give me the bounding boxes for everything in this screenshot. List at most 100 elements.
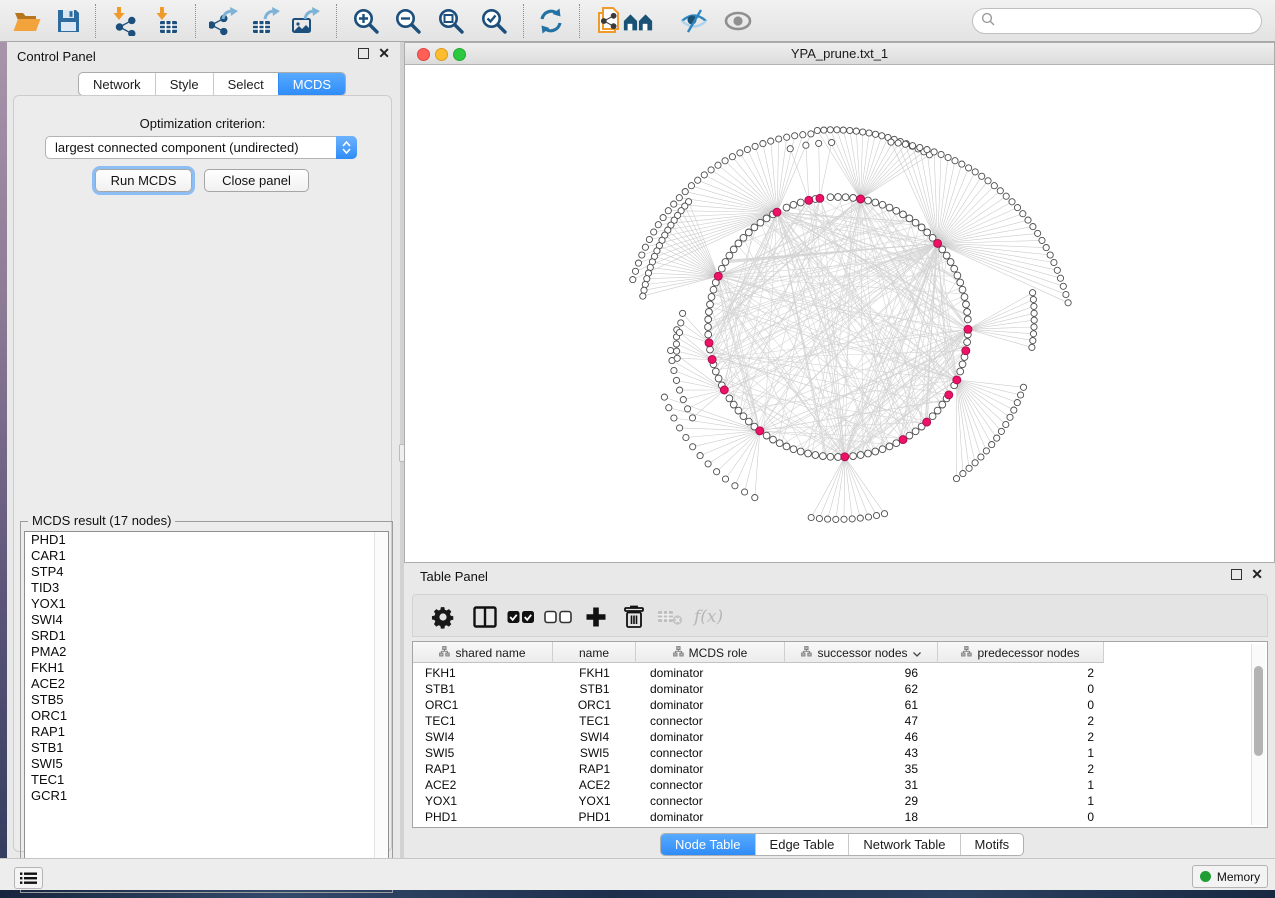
mcds-result-item[interactable]: SWI5	[25, 756, 388, 772]
select-all-checkboxes-button[interactable]	[507, 602, 535, 632]
deselect-all-checkboxes-button[interactable]	[544, 602, 572, 632]
table-row[interactable]: FKH1FKH1dominator962	[413, 665, 1267, 681]
network-canvas[interactable]	[405, 65, 1274, 562]
table-scrollbar[interactable]	[1251, 644, 1265, 825]
table-row[interactable]: TEC1TEC1connector472	[413, 713, 1267, 729]
float-window-icon[interactable]	[1231, 569, 1242, 580]
column-header-predecessor-nodes[interactable]: predecessor nodes	[938, 642, 1104, 663]
table-row[interactable]: ACE2ACE2connector311	[413, 777, 1267, 793]
cell-name: SWI4	[553, 729, 636, 745]
float-window-icon[interactable]	[358, 48, 369, 59]
table-row[interactable]: SWI5SWI5connector431	[413, 745, 1267, 761]
mcds-result-item[interactable]: STB1	[25, 740, 388, 756]
mcds-result-item[interactable]: PMA2	[25, 644, 388, 660]
toolbar-separator	[95, 4, 96, 38]
table-row[interactable]: SWI4SWI4dominator462	[413, 729, 1267, 745]
tab-network-table[interactable]: Network Table	[848, 834, 959, 855]
close-panel-button[interactable]: Close panel	[204, 169, 309, 192]
column-header-name[interactable]: name	[553, 642, 636, 663]
zoom-fit-button[interactable]	[435, 6, 467, 36]
mcds-list-scrollbar[interactable]	[374, 532, 388, 888]
control-panel-title: Control Panel	[17, 49, 96, 64]
table-row[interactable]: RAP1RAP1dominator352	[413, 761, 1267, 777]
save-session-button[interactable]	[52, 6, 84, 36]
export-table-button[interactable]	[251, 6, 283, 36]
add-column-button[interactable]	[585, 602, 607, 632]
import-table-button[interactable]	[150, 6, 182, 36]
mcds-result-item[interactable]: FKH1	[25, 660, 388, 676]
close-panel-icon[interactable]: ✕	[378, 48, 390, 59]
tab-motifs[interactable]: Motifs	[960, 834, 1024, 855]
tab-select[interactable]: Select	[213, 73, 278, 95]
delete-column-button[interactable]	[623, 602, 645, 632]
hide-graphics-details-button[interactable]	[678, 6, 710, 36]
show-graphics-details-button[interactable]	[722, 6, 754, 36]
table-row[interactable]: STB1STB1dominator620	[413, 681, 1267, 697]
optimization-criterion-select[interactable]: largest connected component (undirected)	[45, 136, 357, 159]
mcds-result-item[interactable]: SWI4	[25, 612, 388, 628]
mcds-result-item[interactable]: STP4	[25, 564, 388, 580]
control-panel-tab-bar: NetworkStyleSelectMCDS	[78, 72, 346, 96]
share-document-button[interactable]	[592, 6, 624, 36]
control-panel: Control Panel ✕ NetworkStyleSelectMCDS O…	[7, 42, 400, 858]
mcds-tab-content: Optimization criterion: largest connecte…	[13, 95, 392, 852]
node-table[interactable]: shared namenameMCDS rolesuccessor nodesp…	[412, 641, 1268, 828]
cell-predecessor-nodes: 0	[938, 809, 1104, 825]
mcds-result-list[interactable]: PHD1CAR1STP4TID3YOX1SWI4SRD1PMA2FKH1ACE2…	[24, 531, 389, 889]
tab-network[interactable]: Network	[79, 73, 155, 95]
mcds-result-item[interactable]: YOX1	[25, 596, 388, 612]
column-layout-button[interactable]	[473, 602, 497, 632]
cell-successor-nodes: 62	[785, 681, 938, 697]
status-bar: Memory	[0, 858, 1275, 890]
import-network-button[interactable]	[107, 6, 139, 36]
optimization-criterion-label: Optimization criterion:	[14, 116, 391, 131]
close-panel-icon[interactable]: ✕	[1251, 569, 1263, 580]
refresh-button[interactable]	[535, 6, 567, 36]
toolbar-separator	[195, 4, 196, 38]
zoom-out-button[interactable]	[392, 6, 424, 36]
cell-MCDS-role: connector	[636, 777, 785, 793]
table-row[interactable]: PHD1PHD1dominator180	[413, 809, 1267, 825]
cell-name: ORC1	[553, 697, 636, 713]
tab-node-table[interactable]: Node Table	[661, 834, 755, 855]
table-row[interactable]: ORC1ORC1dominator610	[413, 697, 1267, 713]
zoom-in-button[interactable]	[350, 6, 382, 36]
mcds-result-item[interactable]: STB5	[25, 692, 388, 708]
mcds-result-item[interactable]: GCR1	[25, 788, 388, 804]
export-image-button[interactable]	[291, 6, 323, 36]
mcds-result-item[interactable]: CAR1	[25, 548, 388, 564]
zoom-selected-button[interactable]	[478, 6, 510, 36]
panel-list-button[interactable]	[14, 867, 43, 889]
control-panel-window-buttons: ✕	[358, 48, 390, 59]
network-overview-button[interactable]	[622, 6, 654, 36]
table-scrollbar-thumb[interactable]	[1254, 666, 1263, 756]
cell-predecessor-nodes: 0	[938, 697, 1104, 713]
toolbar-separator	[579, 4, 580, 38]
export-network-button[interactable]	[209, 6, 241, 36]
cell-shared-name: STB1	[413, 681, 553, 697]
tab-edge-table[interactable]: Edge Table	[755, 834, 849, 855]
mcds-result-item[interactable]: SRD1	[25, 628, 388, 644]
table-row[interactable]: YOX1YOX1connector291	[413, 793, 1267, 809]
run-mcds-button[interactable]: Run MCDS	[95, 169, 192, 192]
column-header-successor-nodes[interactable]: successor nodes	[785, 642, 938, 663]
tab-style[interactable]: Style	[155, 73, 213, 95]
cell-predecessor-nodes: 1	[938, 793, 1104, 809]
column-header-MCDS-role[interactable]: MCDS role	[636, 642, 785, 663]
mcds-result-item[interactable]: TID3	[25, 580, 388, 596]
network-window-titlebar[interactable]: YPA_prune.txt_1	[405, 43, 1274, 65]
memory-button[interactable]: Memory	[1192, 865, 1268, 888]
network-graph[interactable]	[405, 65, 1274, 562]
mcds-result-item[interactable]: TEC1	[25, 772, 388, 788]
search-box[interactable]	[972, 8, 1262, 34]
tab-mcds[interactable]: MCDS	[278, 73, 345, 95]
mcds-result-item[interactable]: PHD1	[25, 532, 388, 548]
mcds-result-item[interactable]: ACE2	[25, 676, 388, 692]
table-panel-window-buttons: ✕	[1231, 569, 1263, 580]
open-session-button[interactable]	[11, 6, 43, 36]
column-header-shared-name[interactable]: shared name	[413, 642, 553, 663]
settings-gear-button[interactable]	[431, 602, 455, 632]
mcds-result-item[interactable]: RAP1	[25, 724, 388, 740]
mcds-result-item[interactable]: ORC1	[25, 708, 388, 724]
search-input[interactable]	[996, 13, 1261, 30]
